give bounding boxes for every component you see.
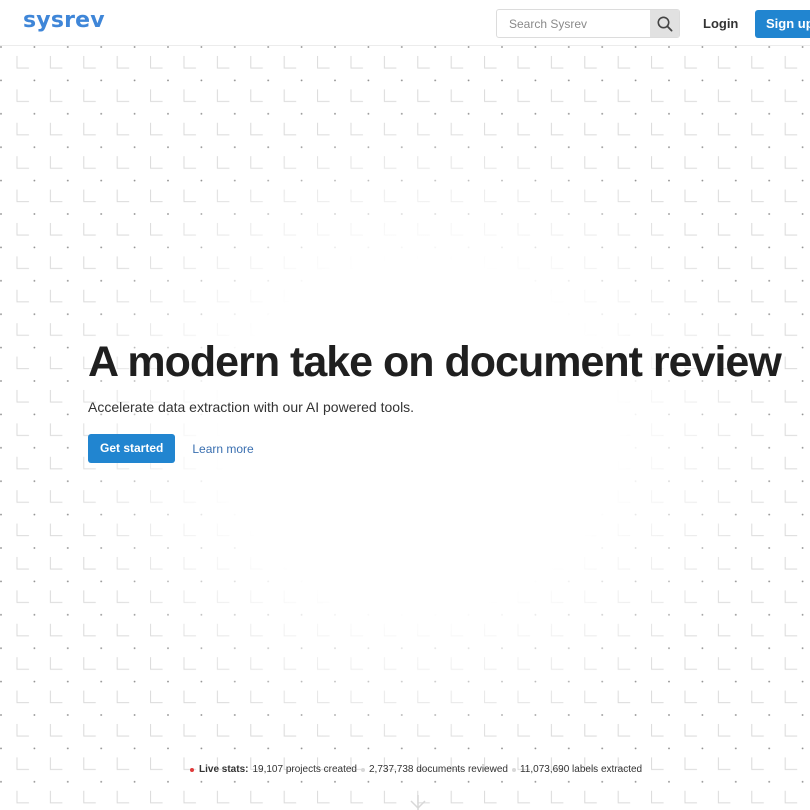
logo[interactable]: sysrev	[23, 8, 105, 33]
login-link[interactable]: Login	[703, 16, 738, 31]
navbar: sysrev Login Sign up	[0, 0, 810, 46]
live-stats: Live stats: 19,107 projects created 2,73…	[190, 764, 642, 775]
hero-subtitle: Accelerate data extraction with our AI p…	[88, 399, 415, 415]
hero-section: A modern take on document review Acceler…	[88, 338, 782, 463]
hero-actions: Get started Learn more	[88, 434, 781, 463]
live-indicator-icon	[190, 767, 194, 772]
get-started-button[interactable]: Get started	[88, 434, 176, 463]
search-box	[496, 9, 680, 38]
projects-stat: 19,107 projects created	[252, 764, 357, 775]
hero-title: A modern take on document review	[88, 338, 782, 386]
documents-stat: 2,737,738 documents reviewed	[368, 764, 508, 775]
search-button[interactable]	[650, 10, 679, 37]
separator-dot-icon	[511, 767, 516, 772]
learn-more-link[interactable]: Learn more	[192, 442, 253, 456]
live-stats-label: Live stats:	[199, 764, 249, 775]
labels-stat: 11,073,690 labels extracted	[519, 764, 643, 775]
search-input[interactable]	[497, 10, 651, 37]
signup-button[interactable]: Sign up	[755, 10, 810, 38]
scroll-down-icon[interactable]	[408, 795, 428, 810]
separator-dot-icon	[360, 767, 365, 772]
search-icon	[657, 16, 673, 32]
